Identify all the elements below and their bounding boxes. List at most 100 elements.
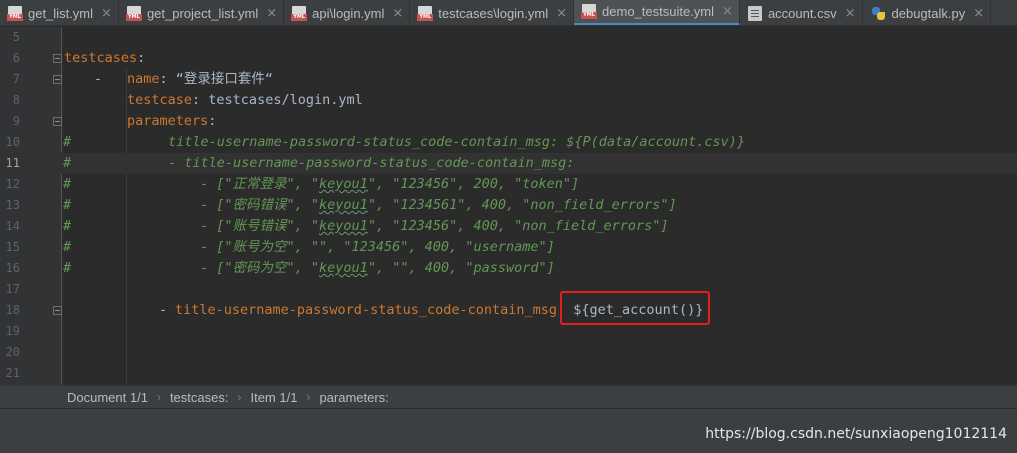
line-number: 10 — [5, 135, 20, 149]
comment-text: - ["账号错误", "keyou1", "123456", 400, "non… — [200, 216, 669, 237]
breadcrumb-item[interactable]: parameters: — [319, 390, 388, 405]
yml-file-icon — [417, 5, 434, 21]
csv-file-icon — [747, 5, 762, 21]
yaml-key: parameters — [127, 113, 209, 129]
close-icon[interactable]: × — [101, 6, 112, 21]
watermark: https://blog.csdn.net/sunxiaopeng1012114 — [705, 426, 1007, 442]
code-line-current[interactable]: 11 # - title-username-password-status_co… — [0, 153, 1017, 174]
tab-api-login[interactable]: api\login.yml × — [284, 0, 411, 25]
editor-tab-bar: get_list.yml × get_project_list.yml × ap… — [0, 0, 1017, 26]
yml-file-icon — [7, 5, 23, 21]
breadcrumb-item[interactable]: Item 1/1 — [250, 390, 297, 405]
comment-part: ", "1234561", 400, "non_field_errors"] — [367, 197, 677, 213]
line-number: 14 — [5, 219, 20, 233]
tab-get-project-list[interactable]: get_project_list.yml × — [119, 0, 285, 25]
chevron-right-icon: › — [306, 390, 311, 404]
tab-label: account.csv — [767, 5, 837, 21]
code-text: testcases: — [64, 48, 145, 69]
comment-hash: # — [63, 134, 72, 150]
breadcrumb-item[interactable]: Document 1/1 — [67, 390, 148, 405]
comment-hash: # — [63, 176, 72, 192]
code-line[interactable]: 15 # - ["账号为空", "", "123456", 400, "user… — [0, 237, 1017, 258]
close-icon[interactable]: × — [845, 6, 856, 21]
breadcrumb-item[interactable]: testcases: — [170, 390, 229, 405]
code-line[interactable]: 18 - title-username-password-status_code… — [0, 300, 1017, 321]
comment-text: - ["密码错误", "keyou1", "1234561", 400, "no… — [200, 195, 677, 216]
yml-file-icon — [125, 5, 142, 21]
comment-hash: # — [63, 218, 72, 234]
code-editor[interactable]: 5 6 testcases: 7 - name: “登录接口套件“ 8 test… — [0, 27, 1017, 385]
comment-part: ", "123456", 200, "token"] — [367, 176, 580, 192]
tab-label: testcases\login.yml — [438, 5, 549, 21]
breadcrumb: Document 1/1 › testcases: › Item 1/1 › p… — [0, 385, 1017, 408]
comment-part: - ["密码为空", " — [200, 260, 320, 276]
tab-testcases-login[interactable]: testcases\login.yml × — [410, 0, 575, 25]
code-line[interactable]: 19 — [0, 321, 1017, 342]
code-line[interactable]: 17 — [0, 279, 1017, 300]
tab-label: get_project_list.yml — [146, 5, 259, 21]
fold-marker-icon[interactable] — [53, 306, 62, 315]
line-number: 16 — [5, 261, 20, 275]
code-line[interactable]: 12 # - ["正常登录", "keyou1", "123456", 200,… — [0, 174, 1017, 195]
tab-account-csv[interactable]: account.csv × — [740, 0, 863, 25]
code-line[interactable]: 5 — [0, 27, 1017, 48]
tab-demo-testsuite[interactable]: demo_testsuite.yml × — [574, 0, 740, 25]
yaml-value: “登录接口套件“ — [175, 71, 274, 87]
line-number: 18 — [5, 303, 20, 317]
code-line[interactable]: 10 # title-username-password-status_code… — [0, 132, 1017, 153]
code-line[interactable]: 7 - name: “登录接口套件“ — [0, 69, 1017, 90]
close-icon[interactable]: × — [973, 6, 984, 21]
tab-debugtalk-py[interactable]: debugtalk.py × — [863, 0, 992, 25]
yaml-key: title-username-password-status_code-cont… — [175, 302, 558, 318]
code-text: testcase: testcases/login.yml — [127, 90, 363, 111]
comment-part: ", "", 400, "password"] — [367, 260, 555, 276]
chevron-right-icon: › — [156, 390, 161, 404]
code-line[interactable]: 16 # - ["密码为空", "keyou1", "", 400, "pass… — [0, 258, 1017, 279]
comment-text: - ["密码为空", "keyou1", "", 400, "password"… — [200, 258, 555, 279]
line-number: 20 — [5, 345, 20, 359]
line-number: 7 — [12, 72, 20, 86]
yaml-colon: : — [192, 92, 209, 108]
line-number: 5 — [12, 30, 20, 44]
fold-marker-icon[interactable] — [53, 117, 62, 126]
code-text: name: “登录接口套件“ — [127, 69, 273, 90]
code-line[interactable]: 9 parameters: — [0, 111, 1017, 132]
line-number: 9 — [12, 114, 20, 128]
close-icon[interactable]: × — [392, 6, 403, 21]
comment-hash: # — [63, 239, 72, 255]
close-icon[interactable]: × — [722, 4, 733, 19]
line-number: 19 — [5, 324, 20, 338]
typo-underlined-word: keyou1 — [319, 260, 368, 276]
code-line[interactable]: 6 testcases: — [0, 48, 1017, 69]
yaml-key: name — [127, 71, 160, 87]
annotation-highlight-box — [560, 291, 710, 325]
code-line[interactable]: 14 # - ["账号错误", "keyou1", "123456", 400,… — [0, 216, 1017, 237]
line-number: 6 — [12, 51, 20, 65]
tab-label: demo_testsuite.yml — [602, 4, 715, 19]
comment-hash: # — [63, 260, 72, 276]
code-line[interactable]: 8 testcase: testcases/login.yml — [0, 90, 1017, 111]
line-number: 11 — [5, 156, 20, 170]
comment-part: ", "123456", 400, "non_field_errors"] — [367, 218, 669, 234]
yaml-key: testcase — [127, 92, 193, 108]
comment-hash: # — [63, 155, 72, 171]
yml-file-icon — [581, 4, 598, 19]
line-number: 21 — [5, 366, 20, 380]
fold-marker-icon[interactable] — [53, 54, 62, 63]
tab-get-list[interactable]: get_list.yml × — [0, 0, 119, 25]
comment-part: - ["密码错误", " — [200, 197, 320, 213]
close-icon[interactable]: × — [266, 6, 277, 21]
list-dash: - — [159, 302, 168, 318]
typo-underlined-word: keyou1 — [319, 176, 368, 192]
yml-file-icon — [291, 5, 308, 21]
fold-marker-icon[interactable] — [53, 75, 62, 84]
list-dash: - — [94, 71, 103, 87]
typo-underlined-word: keyou1 — [319, 218, 368, 234]
comment-hash: # — [63, 197, 72, 213]
code-line[interactable]: 21 — [0, 363, 1017, 384]
line-number: 15 — [5, 240, 20, 254]
code-line[interactable]: 20 — [0, 342, 1017, 363]
code-line[interactable]: 13 # - ["密码错误", "keyou1", "1234561", 400… — [0, 195, 1017, 216]
comment-text: - title-username-password-status_code-co… — [168, 155, 575, 171]
close-icon[interactable]: × — [556, 6, 567, 21]
